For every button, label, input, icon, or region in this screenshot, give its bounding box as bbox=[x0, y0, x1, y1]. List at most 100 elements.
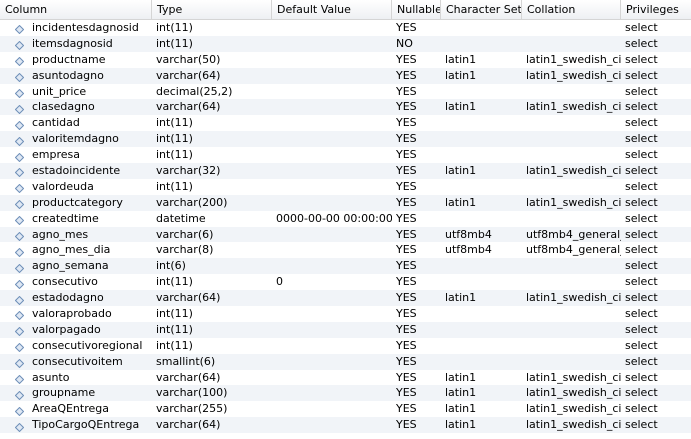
header-column[interactable]: Column bbox=[0, 0, 152, 20]
field-diamond-icon bbox=[14, 182, 25, 194]
column-name-text: cantidad bbox=[32, 116, 80, 130]
table-row[interactable]: groupname varchar(100) YES latin1 latin1_swe… bbox=[0, 385, 691, 402]
table-row[interactable]: agno_mes_dia varchar(8) YES utf8mb4 utf8mb4_… bbox=[0, 242, 691, 258]
table-row[interactable]: empresa int(11) YES select bbox=[0, 147, 691, 163]
column-type-cell: varchar(32) bbox=[156, 164, 221, 178]
table-row[interactable]: estadodagno varchar(64) YES latin1 latin1_sw… bbox=[0, 290, 691, 307]
table-row[interactable]: AreaQEntrega varchar(255) YES latin1 latin1_… bbox=[0, 401, 691, 417]
columns-grid[interactable]: Column Type Default Value Nullable Chara… bbox=[0, 0, 691, 439]
privileges-cell: select bbox=[625, 338, 658, 352]
column-name-cell: groupname bbox=[0, 385, 152, 401]
field-diamond-icon bbox=[14, 421, 25, 432]
column-name-cell: createdtime bbox=[0, 211, 152, 227]
nullable-cell: YES bbox=[396, 148, 417, 162]
column-type-cell: varchar(64) bbox=[156, 100, 221, 114]
table-row[interactable]: unit_price decimal(25,2) YES select bbox=[0, 84, 691, 100]
default-value-cell bbox=[272, 84, 392, 100]
nullable-cell: YES bbox=[396, 195, 417, 209]
table-row[interactable]: incidentesdagnosid int(11) YES select bbox=[0, 20, 691, 36]
nullable-cell: YES bbox=[396, 211, 417, 225]
table-row[interactable]: consecutivoitem smallint(6) YES select bbox=[0, 353, 691, 370]
table-row[interactable]: productcategory varchar(200) YES latin1 lati… bbox=[0, 194, 691, 211]
column-type-cell: int(11) bbox=[156, 307, 193, 321]
privileges-cell: select bbox=[625, 386, 658, 400]
header-collation[interactable]: Collation bbox=[522, 0, 621, 20]
column-name-cell: incidentesdagnosid bbox=[0, 20, 152, 36]
column-name-cell: asunto bbox=[0, 370, 152, 386]
column-name-cell: valorpagado bbox=[0, 322, 152, 338]
column-name-text: itemsdagnosid bbox=[32, 36, 113, 50]
character-set-cell bbox=[441, 131, 522, 147]
table-row[interactable]: itemsdagnosid int(11) NO select bbox=[0, 35, 691, 52]
column-name-text: productname bbox=[32, 52, 106, 66]
column-name-text: consecutivoregional bbox=[32, 338, 143, 352]
table-row[interactable]: agno_semana int(6) YES select bbox=[0, 258, 691, 275]
table-row[interactable]: asuntodagno varchar(64) YES latin1 latin1_sw… bbox=[0, 67, 691, 84]
column-type-cell: int(11) bbox=[156, 179, 193, 193]
privileges-cell: select bbox=[625, 259, 658, 273]
column-name-cell: cantidad bbox=[0, 115, 152, 131]
column-name-text: consecutivoitem bbox=[32, 354, 123, 368]
default-value-cell: 0000-00-00 00:00:00 bbox=[276, 211, 392, 225]
table-row[interactable]: valordeuda int(11) YES select bbox=[0, 179, 691, 195]
nullable-cell: YES bbox=[396, 307, 417, 321]
column-type-cell: varchar(64) bbox=[156, 418, 221, 432]
character-set-cell: latin1 bbox=[445, 386, 477, 400]
table-row[interactable]: consecutivoregional int(11) YES select bbox=[0, 338, 691, 354]
nullable-cell: YES bbox=[396, 227, 417, 241]
header-character-set[interactable]: Character Set bbox=[441, 0, 522, 20]
column-name-cell: consecutivo bbox=[0, 274, 152, 290]
header-type[interactable]: Type bbox=[152, 0, 272, 20]
field-diamond-icon bbox=[14, 23, 25, 35]
column-type-cell: varchar(64) bbox=[156, 370, 221, 384]
column-type-cell: varchar(6) bbox=[156, 227, 214, 241]
privileges-cell: select bbox=[625, 291, 658, 305]
field-diamond-icon bbox=[14, 135, 25, 146]
nullable-cell: YES bbox=[396, 275, 417, 289]
table-row[interactable]: TipoCargoQEntrega varchar(64) YES latin1 lat… bbox=[0, 417, 691, 434]
table-row[interactable]: asunto varchar(64) YES latin1 latin1_swedish… bbox=[0, 370, 691, 386]
nullable-cell: YES bbox=[396, 21, 417, 34]
table-row[interactable]: productname varchar(50) YES latin1 latin1_sw… bbox=[0, 52, 691, 68]
collation-cell: utf8mb4_general_ci bbox=[526, 227, 621, 241]
column-name-cell: productname bbox=[0, 52, 152, 68]
header-default-value[interactable]: Default Value bbox=[272, 0, 392, 20]
collation-cell: latin1_swedish_ci bbox=[526, 100, 621, 114]
column-name-text: consecutivo bbox=[32, 275, 98, 289]
field-diamond-icon bbox=[14, 309, 25, 321]
character-set-cell bbox=[441, 84, 522, 100]
character-set-cell: latin1 bbox=[445, 164, 477, 178]
column-name-cell: agno_mes_dia bbox=[0, 242, 152, 258]
table-row[interactable]: estadoincidente varchar(32) YES latin1 latin… bbox=[0, 163, 691, 179]
header-nullable[interactable]: Nullable bbox=[392, 0, 441, 20]
nullable-cell: NO bbox=[396, 36, 413, 50]
column-name-text: asuntodagno bbox=[32, 68, 104, 82]
character-set-cell bbox=[441, 20, 522, 36]
field-diamond-icon bbox=[14, 325, 25, 337]
table-row[interactable]: consecutivo int(11) 0 YES select bbox=[0, 274, 691, 290]
table-row[interactable]: cantidad int(11) YES select bbox=[0, 115, 691, 131]
column-name-text: agno_semana bbox=[32, 259, 109, 273]
collation-cell bbox=[522, 115, 621, 131]
table-row[interactable]: valorpagado int(11) YES select bbox=[0, 321, 691, 338]
field-diamond-icon bbox=[14, 262, 25, 274]
table-row[interactable]: clasedagno varchar(64) YES latin1 latin1_swe… bbox=[0, 99, 691, 116]
collation-cell: latin1_swedish_ci bbox=[526, 68, 621, 82]
table-row[interactable]: createdtime datetime 0000-00-00 00:00:00 YE… bbox=[0, 211, 691, 227]
column-type-cell: int(6) bbox=[156, 259, 186, 273]
column-name-text: clasedagno bbox=[32, 100, 95, 114]
table-row[interactable]: valoraprobado int(11) YES select bbox=[0, 306, 691, 322]
collation-cell: latin1_swedish_ci bbox=[526, 402, 621, 416]
field-diamond-icon bbox=[14, 87, 25, 99]
table-row[interactable]: agno_mes varchar(6) YES utf8mb4 utf8mb4_gene… bbox=[0, 226, 691, 243]
character-set-cell bbox=[441, 274, 522, 290]
nullable-cell: YES bbox=[396, 370, 417, 384]
default-value-cell bbox=[272, 68, 392, 84]
column-type-cell: varchar(255) bbox=[156, 402, 228, 416]
header-privileges[interactable]: Privileges bbox=[621, 0, 691, 20]
column-type-cell: varchar(200) bbox=[156, 195, 228, 209]
nullable-cell: YES bbox=[396, 322, 417, 336]
table-row[interactable]: valoritemdagno int(11) YES select bbox=[0, 131, 691, 148]
privileges-cell: select bbox=[625, 322, 658, 336]
column-type-cell: int(11) bbox=[156, 275, 193, 289]
